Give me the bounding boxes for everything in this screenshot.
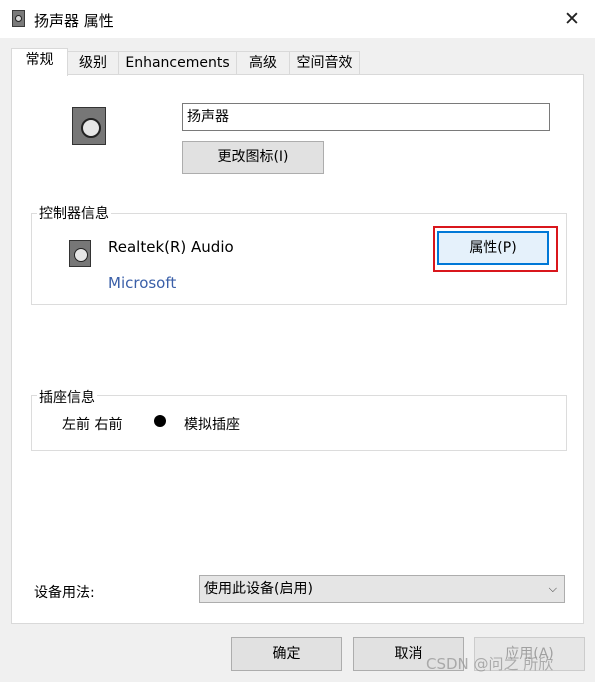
tab-enhancements[interactable]: Enhancements [118,51,237,75]
change-icon-button[interactable]: 更改图标(I) [182,141,324,174]
controller-name: Realtek(R) Audio [108,238,234,256]
watermark: CSDN @问之 所欣 [426,655,554,673]
controller-info-label: 控制器信息 [37,203,111,223]
close-button[interactable]: ✕ [549,0,595,38]
device-name-input[interactable]: 扬声器 [182,103,550,131]
speaker-icon [69,240,91,267]
speaker-icon [12,10,25,27]
tab-advanced[interactable]: 高级 [236,51,290,75]
window-title: 扬声器 属性 [34,12,114,30]
close-icon: ✕ [564,8,580,30]
device-usage-select[interactable]: 使用此设备(启用) ⌵ [199,575,565,603]
controller-properties-button[interactable]: 属性(P) [437,231,549,265]
jack-type: 模拟插座 [184,417,240,433]
controller-vendor: Microsoft [108,274,177,292]
chevron-down-icon: ⌵ [548,582,557,595]
general-tab-panel: 扬声器 更改图标(I) 控制器信息 Realtek(R) Audio Micro… [11,74,584,624]
jack-location: 左前 右前 [62,417,123,433]
tab-levels[interactable]: 级别 [67,51,119,75]
jack-color-dot [154,415,166,427]
ok-button[interactable]: 确定 [231,637,342,671]
title-bar: 扬声器 属性 ✕ [0,0,595,38]
tab-spatial-sound[interactable]: 空间音效 [289,51,360,75]
device-usage-value: 使用此设备(启用) [204,581,313,597]
tab-general[interactable]: 常规 [11,48,68,76]
speaker-icon [72,107,106,145]
jack-info-label: 插座信息 [37,387,97,407]
device-usage-label: 设备用法: [34,585,95,601]
